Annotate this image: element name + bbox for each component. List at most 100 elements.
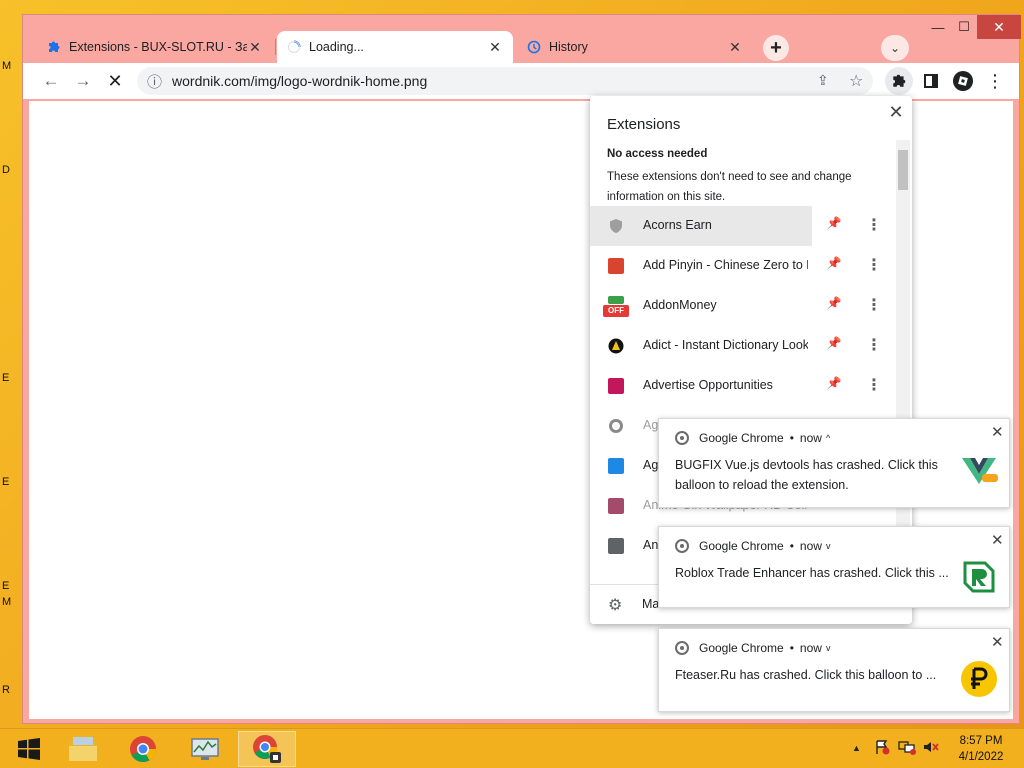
extension-more-button[interactable]: ⋮ [864, 335, 884, 357]
notification-vue-devtools[interactable]: Google Chrome • now ^ ✕ BUGFIX Vue.js de… [658, 418, 1010, 508]
notification-fteaser[interactable]: Google Chrome • now v ✕ Fteaser.Ru has c… [658, 628, 1010, 712]
acorns-shield-icon [610, 219, 622, 233]
window-close-button[interactable]: ✕ [977, 15, 1021, 39]
extension-row[interactable]: Advertise Opportunities 📌 ⋮ [590, 366, 894, 406]
stop-loading-button[interactable]: ✕ [101, 67, 129, 95]
pin-icon[interactable]: 📌 [824, 296, 844, 316]
share-icon[interactable]: ⇪ [817, 72, 829, 89]
tray-show-hidden-icon[interactable]: ▲ [852, 743, 861, 753]
chrome-small-icon [675, 431, 689, 445]
tab-close-button[interactable]: ✕ [487, 39, 503, 56]
taskbar-chrome-active[interactable] [238, 731, 296, 767]
windows-logo-icon [18, 738, 40, 760]
taskbar: ▲ 8:57 PM 4/1/2022 [0, 728, 1024, 768]
address-bar[interactable]: ⓘ wordnik.com/img/logo-wordnik-home.png … [137, 67, 873, 95]
new-tab-button[interactable]: + [763, 35, 789, 61]
extension-row[interactable]: Adict - Instant Dictionary Lookup 📌 ⋮ [590, 326, 894, 366]
notification-time: now [799, 431, 822, 445]
wordpress-grey-icon [609, 419, 623, 433]
pin-icon[interactable]: 📌 [824, 336, 844, 356]
notification-text: Roblox Trade Enhancer has crashed. Click… [675, 566, 949, 580]
tab-separator [275, 39, 276, 55]
addonmoney-icon [608, 296, 624, 304]
bookmark-star-icon[interactable]: ☆ [849, 71, 863, 91]
notification-time: now [799, 641, 822, 655]
separator-dot: • [789, 431, 794, 445]
back-button[interactable]: ← [37, 67, 65, 95]
pin-icon[interactable]: 📌 [824, 256, 844, 276]
extension-blue-icon [608, 458, 624, 474]
puzzle-icon [893, 74, 906, 87]
system-clock[interactable]: 8:57 PM 4/1/2022 [948, 733, 1014, 765]
extension-row[interactable]: Acorns Earn 📌 ⋮ [590, 206, 894, 246]
window-minimize-button[interactable]: — [925, 15, 951, 39]
extension-row[interactable]: Add Pinyin - Chinese Zero to Hero 📌 ⋮ [590, 246, 894, 286]
extension-more-button[interactable]: ⋮ [864, 215, 884, 237]
tab-extensions[interactable]: Extensions - BUX-SLOT.RU - Зара ✕ [37, 31, 273, 63]
tab-label: Extensions - BUX-SLOT.RU - Зара [69, 40, 247, 54]
action-center-flag-icon[interactable] [874, 739, 890, 755]
scrollbar-thumb[interactable] [898, 150, 908, 190]
notification-text: Fteaser.Ru has crashed. Click this ballo… [675, 668, 937, 682]
manage-extensions-label: Ma [642, 597, 660, 611]
pin-icon[interactable]: 📌 [824, 216, 844, 236]
chrome-small-icon [675, 641, 689, 655]
extension-name: Adict - Instant Dictionary Lookup [643, 338, 808, 352]
monitor-chart-icon [191, 738, 219, 760]
notification-close-button[interactable]: ✕ [991, 423, 1004, 441]
notification-roblox-trade[interactable]: Google Chrome • now v ✕ Roblox Trade Enh… [658, 526, 1010, 608]
extensions-scrollbar[interactable] [896, 140, 910, 580]
chrome-icon [130, 736, 157, 763]
tab-close-button[interactable]: ✕ [247, 39, 263, 56]
tab-close-button[interactable]: ✕ [727, 39, 743, 56]
profile-avatar[interactable] [949, 67, 977, 95]
extension-more-button[interactable]: ⋮ [864, 255, 884, 277]
tab-search-button[interactable]: ⌄ [881, 35, 909, 61]
taskbar-file-explorer[interactable] [54, 731, 112, 767]
extension-letter-a-icon [608, 538, 624, 554]
chrome-menu-button[interactable]: ⋮ [981, 67, 1009, 95]
chevron-up-icon[interactable]: ^ [826, 433, 830, 443]
history-icon [527, 40, 541, 54]
notification-close-button[interactable]: ✕ [991, 633, 1004, 651]
pin-icon[interactable]: 📌 [824, 376, 844, 396]
volume-muted-icon[interactable] [922, 739, 940, 755]
extensions-section-description: These extensions don't need to see and c… [607, 171, 852, 203]
chrome-small-icon [675, 539, 689, 553]
extension-more-button[interactable]: ⋮ [864, 295, 884, 317]
site-info-icon[interactable]: ⓘ [147, 71, 162, 92]
taskbar-resource-monitor[interactable] [176, 731, 234, 767]
extension-row[interactable]: OFF AddonMoney 📌 ⋮ [590, 286, 894, 326]
gear-icon: ⚙ [608, 597, 623, 614]
extension-name: Acorns Earn [643, 218, 712, 232]
tab-loading[interactable]: Loading... ✕ [277, 31, 513, 63]
chevron-down-icon[interactable]: v [826, 643, 831, 653]
clock-date: 4/1/2022 [958, 751, 1004, 763]
notification-app: Google Chrome [699, 641, 784, 655]
adict-icon [608, 338, 624, 354]
notification-header: Google Chrome • now v [675, 641, 830, 655]
taskbar-chrome[interactable] [114, 731, 172, 767]
extension-name: AddonMoney [643, 298, 717, 312]
notification-text: BUGFIX Vue.js devtools has crashed. Clic… [675, 458, 938, 492]
network-icon[interactable] [898, 739, 916, 755]
chevron-down-icon[interactable]: v [826, 541, 831, 551]
clock-time: 8:57 PM [959, 735, 1003, 747]
extensions-puzzle-button[interactable] [885, 67, 913, 95]
desktop-edge-letter: E [2, 476, 10, 488]
avatar-icon [953, 71, 973, 91]
window-maximize-button[interactable]: ☐ [951, 15, 977, 39]
side-panel-button[interactable] [917, 67, 945, 95]
start-button[interactable] [0, 731, 58, 767]
side-panel-icon [924, 74, 938, 88]
anime-wallpaper-icon [608, 498, 624, 514]
tab-history[interactable]: History ✕ [517, 31, 753, 63]
forward-button[interactable]: → [69, 67, 97, 95]
notification-close-button[interactable]: ✕ [991, 531, 1004, 549]
extension-more-button[interactable]: ⋮ [864, 375, 884, 397]
separator-dot: • [789, 539, 794, 553]
notification-app: Google Chrome [699, 539, 784, 553]
advertise-opportunities-icon [608, 378, 624, 394]
puzzle-icon [49, 41, 60, 52]
extensions-close-button[interactable]: ✕ [886, 102, 906, 122]
